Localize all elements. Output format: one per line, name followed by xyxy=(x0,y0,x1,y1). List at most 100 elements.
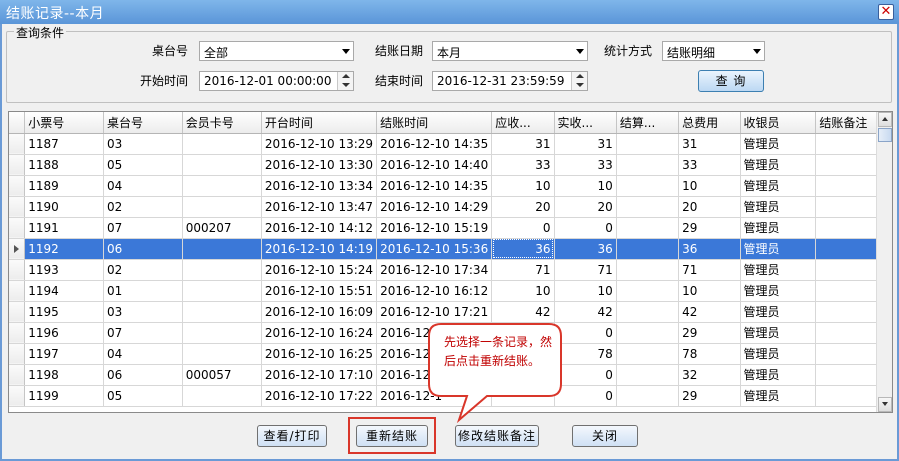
table-select[interactable]: 全部 xyxy=(199,41,354,61)
table-cell[interactable]: 42 xyxy=(678,301,741,323)
table-row[interactable]: 1188 05 2016-12-10 13:30 2016-12-10 14:40 33… xyxy=(9,154,892,176)
column-header[interactable]: 结账时间 xyxy=(376,112,493,134)
table-cell[interactable]: 管理员 xyxy=(740,322,817,344)
table-row[interactable]: 1191 07 000207 2016-12-10 14:12 2016-12-10 1… xyxy=(9,217,892,239)
table-cell[interactable]: 000057 xyxy=(182,364,262,386)
table-cell[interactable]: 2016-12-10 16:24 xyxy=(261,322,378,344)
table-cell[interactable]: 管理员 xyxy=(740,364,817,386)
table-cell[interactable]: 2016-12-10 13:30 xyxy=(261,154,378,176)
table-cell[interactable]: 1197 xyxy=(24,343,104,365)
table-cell[interactable]: 06 xyxy=(103,364,183,386)
table-cell[interactable]: 2016-12-10 14:35 xyxy=(376,175,493,197)
row-header[interactable] xyxy=(9,280,26,302)
column-header[interactable]: 开台时间 xyxy=(261,112,378,134)
table-cell[interactable]: 管理员 xyxy=(740,259,817,281)
table-cell[interactable] xyxy=(815,280,885,302)
table-cell[interactable]: 管理员 xyxy=(740,385,817,407)
row-header[interactable] xyxy=(9,364,26,386)
table-cell[interactable]: 0 xyxy=(491,217,555,239)
table-cell[interactable]: 01 xyxy=(103,280,183,302)
table-cell[interactable]: 1187 xyxy=(24,133,104,155)
table-cell[interactable]: 10 xyxy=(491,280,555,302)
table-cell[interactable]: 1199 xyxy=(24,385,104,407)
table-cell[interactable]: 04 xyxy=(103,343,183,365)
table-row[interactable]: 1190 02 2016-12-10 13:47 2016-12-10 14:29 20… xyxy=(9,196,892,218)
table-cell[interactable] xyxy=(815,196,885,218)
table-cell[interactable]: 29 xyxy=(678,385,741,407)
table-cell[interactable]: 2016-12-10 15:24 xyxy=(261,259,378,281)
table-cell[interactable]: 2016-12-10 13:29 xyxy=(261,133,378,155)
table-cell[interactable]: 2016-12-10 17:34 xyxy=(376,259,493,281)
table-cell[interactable] xyxy=(616,217,680,239)
column-header[interactable]: 应收... xyxy=(491,112,555,134)
row-header[interactable] xyxy=(9,133,26,155)
table-cell[interactable]: 1189 xyxy=(24,175,104,197)
column-header[interactable]: 小票号 xyxy=(24,112,104,134)
table-cell[interactable]: 42 xyxy=(554,301,617,323)
table-cell[interactable] xyxy=(616,196,680,218)
table-cell[interactable]: 2016-12-10 16:25 xyxy=(261,343,378,365)
table-cell[interactable]: 2016-12-10 13:47 xyxy=(261,196,378,218)
table-cell[interactable] xyxy=(616,175,680,197)
table-cell[interactable] xyxy=(815,301,885,323)
table-cell[interactable]: 2016-12-10 15:51 xyxy=(261,280,378,302)
stat-select[interactable]: 结账明细 xyxy=(662,41,765,61)
scroll-thumb[interactable] xyxy=(878,128,892,142)
table-cell[interactable] xyxy=(182,322,262,344)
table-cell[interactable]: 20 xyxy=(678,196,741,218)
table-cell[interactable] xyxy=(182,154,262,176)
table-cell[interactable]: 31 xyxy=(678,133,741,155)
table-cell[interactable] xyxy=(616,301,680,323)
table-cell[interactable]: 管理员 xyxy=(740,133,817,155)
table-cell[interactable]: 管理员 xyxy=(740,280,817,302)
table-cell[interactable] xyxy=(616,322,680,344)
table-row[interactable]: 1189 04 2016-12-10 13:34 2016-12-10 14:35 10… xyxy=(9,175,892,197)
row-header[interactable] xyxy=(9,385,26,407)
column-header[interactable]: 会员卡号 xyxy=(182,112,262,134)
table-cell[interactable] xyxy=(182,196,262,218)
table-cell[interactable]: 管理员 xyxy=(740,154,817,176)
table-cell[interactable]: 管理员 xyxy=(740,217,817,239)
scroll-down-button[interactable] xyxy=(878,397,892,412)
table-cell[interactable] xyxy=(616,385,680,407)
edit-note-button[interactable]: 修改结账备注 xyxy=(455,425,539,447)
table-cell[interactable]: 33 xyxy=(491,154,555,176)
table-cell[interactable]: 0 xyxy=(554,217,617,239)
table-cell[interactable]: 10 xyxy=(554,175,617,197)
table-cell[interactable] xyxy=(182,238,262,260)
table-cell[interactable]: 42 xyxy=(491,301,555,323)
table-cell[interactable]: 29 xyxy=(678,322,741,344)
table-cell[interactable]: 1191 xyxy=(24,217,104,239)
table-cell[interactable]: 1190 xyxy=(24,196,104,218)
table-cell[interactable]: 2016-12-10 17:21 xyxy=(376,301,493,323)
table-cell[interactable]: 31 xyxy=(491,133,555,155)
table-cell[interactable]: 10 xyxy=(678,280,741,302)
table-row[interactable]: 1187 03 2016-12-10 13:29 2016-12-10 14:35 31… xyxy=(9,133,892,155)
table-cell[interactable]: 1194 xyxy=(24,280,104,302)
column-header[interactable]: 收银员 xyxy=(740,112,817,134)
table-cell[interactable]: 2016-12-10 16:12 xyxy=(376,280,493,302)
table-cell[interactable]: 2016-12-10 14:35 xyxy=(376,133,493,155)
table-cell[interactable] xyxy=(815,238,885,260)
table-cell[interactable]: 管理员 xyxy=(740,238,817,260)
table-cell[interactable] xyxy=(182,133,262,155)
table-cell[interactable] xyxy=(182,259,262,281)
table-cell[interactable] xyxy=(815,175,885,197)
table-cell[interactable]: 07 xyxy=(103,217,183,239)
table-cell[interactable]: 03 xyxy=(103,133,183,155)
table-cell[interactable]: 05 xyxy=(103,385,183,407)
row-header[interactable] xyxy=(9,154,26,176)
start-time-picker[interactable]: 2016-12-01 00:00:00 xyxy=(199,71,354,91)
scroll-up-button[interactable] xyxy=(878,112,892,127)
table-cell[interactable]: 20 xyxy=(554,196,617,218)
table-cell[interactable]: 1192 xyxy=(24,238,104,260)
table-cell[interactable] xyxy=(815,259,885,281)
table-cell[interactable]: 02 xyxy=(103,259,183,281)
query-button[interactable]: 查 询 xyxy=(698,70,764,92)
row-header[interactable] xyxy=(9,196,26,218)
table-cell[interactable]: 20 xyxy=(491,196,555,218)
table-cell[interactable]: 2016-12-10 14:12 xyxy=(261,217,378,239)
table-cell[interactable]: 2016-12-10 14:19 xyxy=(261,238,378,260)
table-cell[interactable]: 2016-12-10 17:10 xyxy=(261,364,378,386)
table-cell[interactable]: 36 xyxy=(554,238,617,260)
